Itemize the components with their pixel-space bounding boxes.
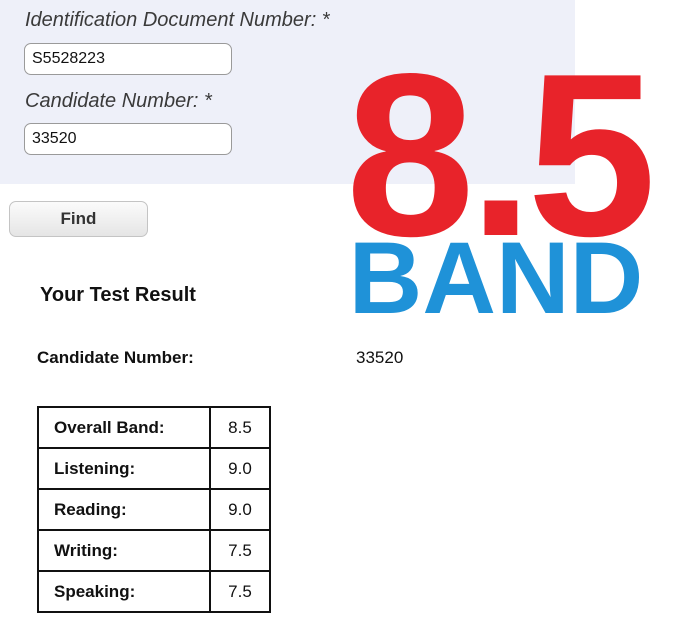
table-row: Listening: 9.0 <box>37 447 271 490</box>
candidate-number-label: Candidate Number: * <box>25 90 212 112</box>
overlay-band-text: BAND <box>348 221 644 335</box>
id-document-label: Identification Document Number: * <box>25 9 330 31</box>
score-value-overall: 8.5 <box>209 406 271 449</box>
table-row: Overall Band: 8.5 <box>37 406 271 449</box>
result-candidate-label: Candidate Number: <box>37 348 194 367</box>
id-document-input[interactable] <box>24 43 232 75</box>
score-value-reading: 9.0 <box>209 488 271 531</box>
score-value-listening: 9.0 <box>209 447 271 490</box>
score-label-overall: Overall Band: <box>37 406 211 449</box>
result-candidate-value: 33520 <box>356 348 404 367</box>
table-row: Reading: 9.0 <box>37 488 271 531</box>
score-value-writing: 7.5 <box>209 529 271 572</box>
score-value-speaking: 7.5 <box>209 570 271 613</box>
result-title: Your Test Result <box>40 284 196 306</box>
score-label-speaking: Speaking: <box>37 570 211 613</box>
table-row: Speaking: 7.5 <box>37 570 271 613</box>
score-table: Overall Band: 8.5 Listening: 9.0 Reading… <box>37 406 271 613</box>
score-label-writing: Writing: <box>37 529 211 572</box>
table-row: Writing: 7.5 <box>37 529 271 572</box>
find-button[interactable]: Find <box>9 201 148 237</box>
score-label-listening: Listening: <box>37 447 211 490</box>
score-label-reading: Reading: <box>37 488 211 531</box>
candidate-number-input[interactable] <box>24 123 232 155</box>
